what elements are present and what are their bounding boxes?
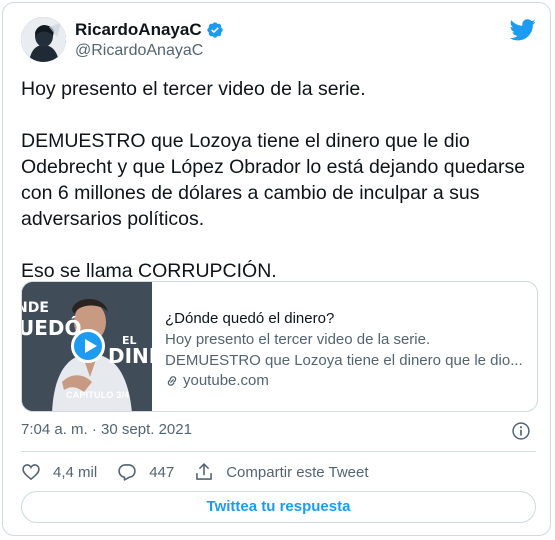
author-names: RicardoAnayaC @RicardoAnayaC (75, 19, 224, 61)
tweet-timestamp[interactable]: 7:04 a. m. · 30 sept. 2021 (21, 421, 192, 438)
link-title: ¿Dónde quedó el dinero? (165, 310, 335, 327)
tweet-text: Hoy presento el tercer video de la serie… (21, 78, 526, 282)
link-card-body: ¿Dónde quedó el dinero? Hoy presento el … (165, 309, 530, 391)
author-handle[interactable]: @RicardoAnayaC (75, 41, 224, 61)
like-action[interactable]: 4,4 mil (21, 462, 97, 482)
thumbnail-caption: CAPITULO 3/4 (66, 390, 130, 400)
avatar[interactable] (21, 17, 66, 62)
share-action[interactable]: Compartir este Tweet (194, 462, 369, 482)
link-domain-text: youtube.com (183, 372, 269, 389)
heart-icon (22, 464, 40, 481)
share-icon (196, 463, 213, 480)
reply-icon (118, 464, 136, 481)
display-name-text: RicardoAnayaC (75, 20, 202, 39)
like-count: 4,4 mil (53, 463, 98, 481)
share-label: Compartir este Tweet (226, 463, 369, 481)
reply-action[interactable]: 447 (117, 462, 174, 482)
author-display-name[interactable]: RicardoAnayaC (75, 19, 224, 40)
link-icon (167, 376, 177, 386)
twitter-bird-icon[interactable] (510, 19, 536, 41)
info-icon[interactable] (511, 421, 531, 441)
link-preview-card[interactable]: NDE UEDÓ EL DINE CAPITULO 3/4 ¿Dónde que… (21, 281, 538, 412)
video-thumbnail[interactable]: NDE UEDÓ EL DINE CAPITULO 3/4 (22, 282, 152, 411)
verified-badge-icon (206, 21, 223, 38)
tweet-actions: 4,4 mil 447 Compartir este Tweet (21, 461, 389, 483)
link-description-line1: Hoy presento el tercer video de la serie… (165, 331, 431, 348)
tweet-embed-card: RicardoAnayaC @RicardoAnayaC Hoy present… (2, 2, 551, 536)
link-description-line2: DEMUESTRO que Lozoya tiene el dinero que… (165, 352, 523, 369)
reply-count: 447 (149, 463, 175, 481)
tweet-header: RicardoAnayaC @RicardoAnayaC (21, 17, 536, 65)
play-icon[interactable] (71, 329, 105, 363)
thumbnail-word-dine: DINE (108, 344, 152, 368)
thumbnail-word-top: NDE (22, 300, 49, 316)
link-domain: youtube.com (165, 371, 530, 391)
reply-button[interactable]: Twittea tu respuesta (21, 491, 536, 523)
divider (21, 451, 536, 452)
